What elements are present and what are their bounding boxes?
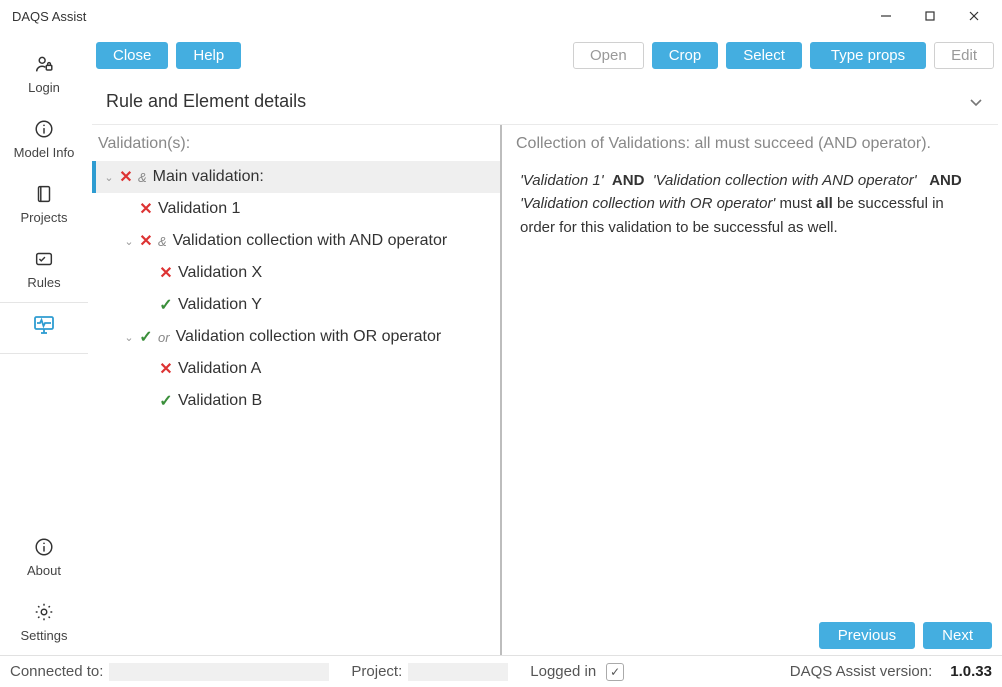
sidebar: Login Model Info Projects Rules [0,32,88,655]
validations-tree: ⌄✕&Main validation:✕Validation 1⌄✕&Valid… [92,161,500,417]
tree-row[interactable]: ✕Validation A [92,353,500,385]
validation-description: 'Validation 1' AND 'Validation collectio… [516,161,984,247]
chevron-down-icon [968,94,984,110]
sidebar-item-label: Rules [27,275,60,290]
desc-all: all [816,195,833,212]
operator-label: & [138,170,147,185]
tree-row[interactable]: ⌄✕&Validation collection with AND operat… [92,225,500,257]
sidebar-item-label: About [27,563,61,578]
minimize-button[interactable] [864,2,908,30]
cross-icon: ✕ [138,199,154,219]
user-lock-icon [32,52,56,76]
cross-icon: ✕ [138,231,154,251]
twisty-icon[interactable]: ⌄ [122,331,136,344]
loggedin-checkbox: ✓ [606,663,624,681]
statusbar: Connected to: Project: Logged in ✓ DAQS … [0,655,1002,687]
section-title: Rule and Element details [106,91,968,112]
help-button[interactable]: Help [176,42,241,69]
tree-row[interactable]: ✓Validation Y [92,289,500,321]
status-loggedin-label: Logged in [530,663,596,680]
section-header[interactable]: Rule and Element details [92,79,998,125]
desc-and-1: AND [612,172,645,189]
desc-v3: 'Validation collection with OR operator' [520,195,775,212]
toolbar: Close Help Open Crop Select Type props E… [92,32,998,79]
window-title: DAQS Assist [12,9,864,24]
info-icon [32,117,56,141]
cross-icon: ✕ [158,359,174,379]
book-icon [32,182,56,206]
close-button[interactable]: Close [96,42,168,69]
crop-button[interactable]: Crop [652,42,719,69]
sidebar-item-model-info[interactable]: Model Info [0,107,88,172]
desc-v1: 'Validation 1' [520,172,604,189]
tree-row[interactable]: ⌄✕&Main validation: [92,161,500,193]
next-button[interactable]: Next [923,622,992,649]
select-button[interactable]: Select [726,42,802,69]
tree-row-label: Validation X [178,264,262,282]
status-connected-value [109,663,329,681]
sidebar-item-monitor[interactable] [0,302,88,354]
validation-detail-pane: Collection of Validations: all must succ… [502,125,998,655]
tree-row-label: Validation Y [178,296,262,314]
twisty-icon[interactable]: ⌄ [102,171,116,184]
tree-row-label: Validation collection with OR operator [176,328,442,346]
tree-row[interactable]: ✓Validation B [92,385,500,417]
validations-tree-pane: Validation(s): ⌄✕&Main validation:✕Valid… [92,125,502,655]
tree-row[interactable]: ✕Validation 1 [92,193,500,225]
tree-row[interactable]: ⌄✓ or Validation collection with OR operat… [92,321,500,353]
tree-row-label: Validation 1 [158,200,240,218]
sidebar-item-rules[interactable]: Rules [0,237,88,302]
edit-button[interactable]: Edit [934,42,994,69]
check-icon: ✓ [158,391,174,411]
status-version-label: DAQS Assist version: [790,663,933,680]
operator-label: & [158,234,167,249]
titlebar: DAQS Assist [0,0,1002,32]
sidebar-item-label: Login [28,80,60,95]
status-version-value: 1.0.33 [950,663,992,680]
twisty-icon[interactable]: ⌄ [122,235,136,248]
gear-icon [32,600,56,624]
cross-icon: ✕ [158,263,174,283]
checklist-icon [32,247,56,271]
maximize-button[interactable] [908,2,952,30]
tree-row-label: Validation collection with AND operator [173,232,448,250]
status-connected-label: Connected to: [10,663,103,680]
status-project-value [408,663,508,681]
open-button[interactable]: Open [573,42,644,69]
sidebar-item-login[interactable]: Login [0,42,88,107]
right-pane-title: Collection of Validations: all must succ… [516,131,984,161]
status-project-label: Project: [351,663,402,680]
sidebar-item-projects[interactable]: Projects [0,172,88,237]
tree-row-label: Validation A [178,360,261,378]
previous-button[interactable]: Previous [819,622,915,649]
sidebar-item-label: Settings [21,628,68,643]
info-icon [32,535,56,559]
desc-and-2 [921,172,925,189]
operator-label: or [158,330,170,345]
wizard-nav: Previous Next [819,622,992,649]
monitor-pulse-icon [32,313,56,337]
sidebar-item-label: Projects [21,210,68,225]
desc-and-3: AND [929,172,962,189]
sidebar-item-about[interactable]: About [0,525,88,590]
left-pane-title: Validation(s): [92,131,500,161]
tree-row-label: Main validation: [153,168,264,186]
close-window-button[interactable] [952,2,996,30]
tree-row[interactable]: ✕Validation X [92,257,500,289]
type-props-button[interactable]: Type props [810,42,926,69]
main-area: Close Help Open Crop Select Type props E… [88,32,1002,655]
check-icon: ✓ [138,327,154,347]
check-icon: ✓ [158,295,174,315]
tree-row-label: Validation B [178,392,262,410]
cross-icon: ✕ [118,167,134,187]
desc-mid: must [779,195,816,212]
sidebar-item-label: Model Info [14,145,75,160]
sidebar-item-settings[interactable]: Settings [0,590,88,655]
desc-v2: 'Validation collection with AND operator… [653,172,917,189]
